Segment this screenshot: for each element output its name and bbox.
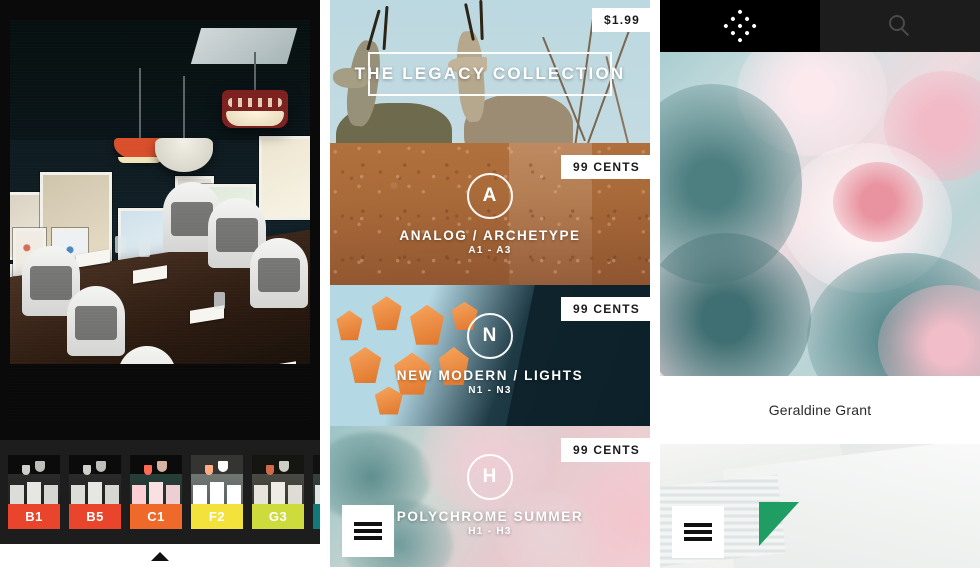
- price-badge: $1.99: [591, 8, 650, 32]
- feed-photo[interactable]: [660, 52, 980, 376]
- filter-swatch[interactable]: B5: [69, 455, 121, 529]
- preset-item-analog[interactable]: 99 CENTS A ANALOG / ARCHETYPE A1 - A3: [330, 143, 650, 285]
- triangle-up-icon: [151, 551, 169, 561]
- preset-title: NEW MODERN / LIGHTS: [396, 368, 584, 383]
- editor-canvas[interactable]: [0, 0, 320, 440]
- preset-range: N1 - N3: [468, 385, 512, 396]
- collection-title-banner[interactable]: THE LEGACY COLLECTION: [355, 52, 623, 96]
- preset-item-polychrome[interactable]: 99 CENTS H POLYCHROME SUMMER H1 - H3: [330, 426, 650, 567]
- feed-menu-button[interactable]: [672, 506, 724, 558]
- preset-store-panel: $1.99 THE LEGACY COLLECTION 99 CENTS A A…: [330, 0, 650, 568]
- filter-swatch-label: C1: [130, 504, 182, 529]
- preset-title: ANALOG / ARCHETYPE: [399, 228, 581, 243]
- film-grain-overlay: [10, 20, 310, 420]
- filter-swatch[interactable]: G3: [252, 455, 304, 529]
- search-button[interactable]: [820, 0, 980, 52]
- preset-initial-badge: H: [467, 454, 513, 500]
- dot-grid-icon: [723, 9, 757, 43]
- filter-swatch[interactable]: [313, 455, 320, 529]
- collection-hero-card[interactable]: $1.99 THE LEGACY COLLECTION 99 CENTS A A…: [330, 0, 650, 285]
- antelope-horn: [479, 0, 485, 41]
- collection-title: THE LEGACY COLLECTION: [354, 64, 626, 83]
- preset-item-new-modern[interactable]: 99 CENTS N NEW MODERN / LIGHTS N1 - N3: [330, 285, 650, 426]
- hamburger-menu-icon: [354, 519, 382, 543]
- green-accent: [759, 502, 800, 547]
- preset-info: N NEW MODERN / LIGHTS N1 - N3: [330, 313, 650, 396]
- preset-initial-badge: N: [467, 313, 513, 359]
- search-icon: [889, 15, 911, 37]
- rose-bloom: [832, 162, 923, 243]
- filter-swatch-label: B5: [69, 504, 121, 529]
- filter-swatch-label: F2: [191, 504, 243, 529]
- preset-info: A ANALOG / ARCHETYPE A1 - A3: [330, 173, 650, 256]
- store-menu-button[interactable]: [342, 505, 394, 557]
- antelope-horn: [382, 5, 389, 50]
- filter-swatch-label: [313, 504, 320, 529]
- collapse-filmstrip-button[interactable]: [0, 544, 320, 568]
- feed-list: Geraldine Grant: [660, 52, 980, 568]
- filter-swatch-label: B1: [8, 504, 60, 529]
- filter-swatch[interactable]: C1: [130, 455, 182, 529]
- filter-swatch[interactable]: F2: [191, 455, 243, 529]
- edited-photo[interactable]: [10, 20, 310, 420]
- feed-author-name[interactable]: Geraldine Grant: [660, 376, 980, 444]
- filter-filmstrip[interactable]: B1 B5 C1 F2 G3: [0, 440, 320, 544]
- filter-swatch-label: G3: [252, 504, 304, 529]
- app-screenshot: B1 B5 C1 F2 G3 $1.99 THE LEGACY COLLECTI…: [0, 0, 980, 568]
- hamburger-menu-icon: [684, 520, 712, 544]
- photo-filter-editor-panel: B1 B5 C1 F2 G3: [0, 0, 320, 568]
- feed-photo[interactable]: [660, 444, 980, 568]
- grid-view-button[interactable]: [660, 0, 820, 52]
- foliage-patch: [660, 233, 811, 376]
- preset-range: A1 - A3: [468, 245, 512, 256]
- filter-swatch[interactable]: B1: [8, 455, 60, 529]
- preset-initial-badge: A: [467, 173, 513, 219]
- photo-feed-panel: Geraldine Grant: [660, 0, 980, 568]
- feed-toolbar: [660, 0, 980, 52]
